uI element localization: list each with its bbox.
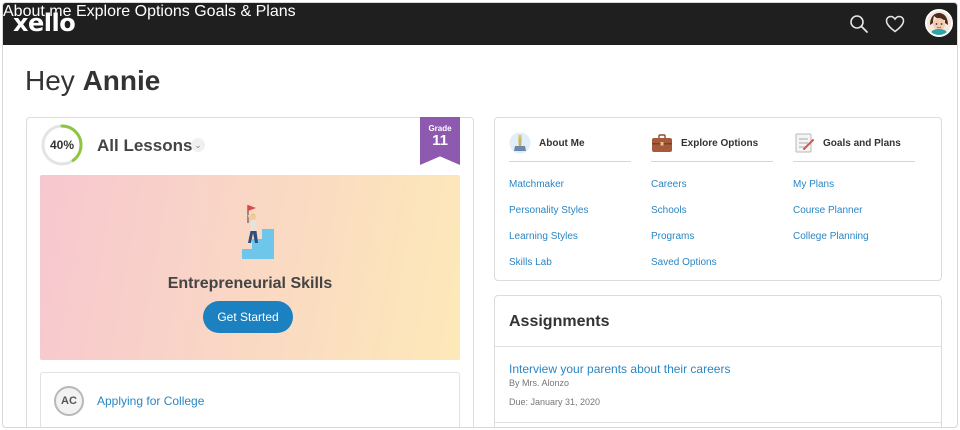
- assignments-title: Assignments: [509, 313, 610, 330]
- divider: [495, 346, 941, 347]
- grade-number: 11: [432, 132, 448, 149]
- divider: [495, 422, 941, 423]
- chevron-down-icon[interactable]: ⌄: [191, 138, 205, 152]
- about-me-column: About Me Matchmaker Personality Styles L…: [509, 130, 631, 283]
- assignment-author: By Mrs. Alonzo: [509, 378, 570, 388]
- avatar[interactable]: [925, 9, 953, 37]
- link-schools[interactable]: Schools: [651, 205, 773, 231]
- top-navigation-bar: xello About me Explore Options Goals & P…: [3, 3, 957, 45]
- column-title[interactable]: Goals and Plans: [823, 138, 901, 149]
- lesson-link[interactable]: Applying for College: [97, 394, 204, 408]
- link-saved-options[interactable]: Saved Options: [651, 257, 773, 283]
- link-course-planner[interactable]: Course Planner: [793, 205, 915, 231]
- trophy-icon: [509, 132, 531, 154]
- lessons-title[interactable]: All Lessons: [97, 136, 192, 156]
- link-skills-lab[interactable]: Skills Lab: [509, 257, 631, 283]
- lessons-card: 40% All Lessons ⌄ Grade 11 Entrepreneuri…: [26, 117, 474, 427]
- search-icon[interactable]: [849, 14, 869, 34]
- link-programs[interactable]: Programs: [651, 231, 773, 257]
- nav-goals-plans[interactable]: Goals & Plans: [194, 3, 295, 20]
- assignments-card: Assignments Interview your parents about…: [494, 295, 942, 427]
- link-careers[interactable]: Careers: [651, 179, 773, 205]
- link-my-plans[interactable]: My Plans: [793, 179, 915, 205]
- link-learning-styles[interactable]: Learning Styles: [509, 231, 631, 257]
- column-title[interactable]: Explore Options: [681, 138, 758, 149]
- nav-explore-options[interactable]: Explore Options: [76, 3, 190, 20]
- lesson-title: Entrepreneurial Skills: [167, 275, 333, 292]
- get-started-button[interactable]: Get Started: [203, 301, 293, 333]
- greeting-name: Annie: [82, 65, 161, 96]
- progress-percent: 40%: [49, 138, 75, 152]
- next-lesson-item[interactable]: AC Applying for College: [40, 372, 460, 427]
- lesson-badge: AC: [54, 386, 84, 416]
- link-personality-styles[interactable]: Personality Styles: [509, 205, 631, 231]
- assignment-due-date: Due: January 31, 2020: [509, 397, 601, 407]
- goals-and-plans-column: Goals and Plans My Plans Course Planner …: [793, 130, 915, 257]
- app-window: xello About me Explore Options Goals & P…: [2, 2, 958, 428]
- column-header: About Me: [509, 130, 631, 162]
- lesson-hero-banner: Entrepreneurial Skills Get Started: [40, 175, 460, 360]
- climbing-stairs-illustration: [242, 205, 274, 259]
- link-matchmaker[interactable]: Matchmaker: [509, 179, 631, 205]
- page-greeting: Hey Annie: [25, 65, 160, 97]
- quick-nav-card: About Me Matchmaker Personality Styles L…: [494, 117, 942, 281]
- grade-ribbon: Grade 11: [420, 117, 460, 165]
- xello-logo[interactable]: xello: [13, 9, 76, 37]
- link-college-planning[interactable]: College Planning: [793, 231, 915, 257]
- grade-label: Grade: [428, 124, 452, 133]
- heart-icon[interactable]: [885, 15, 905, 33]
- column-title[interactable]: About Me: [539, 138, 585, 149]
- explore-options-column: Explore Options Careers Schools Programs…: [651, 130, 773, 283]
- greeting-prefix: Hey: [25, 65, 75, 96]
- briefcase-icon: [652, 134, 672, 152]
- checklist-icon: [795, 133, 814, 153]
- column-header: Explore Options: [651, 130, 773, 162]
- column-header: Goals and Plans: [793, 130, 915, 162]
- assignment-link[interactable]: Interview your parents about their caree…: [509, 362, 730, 376]
